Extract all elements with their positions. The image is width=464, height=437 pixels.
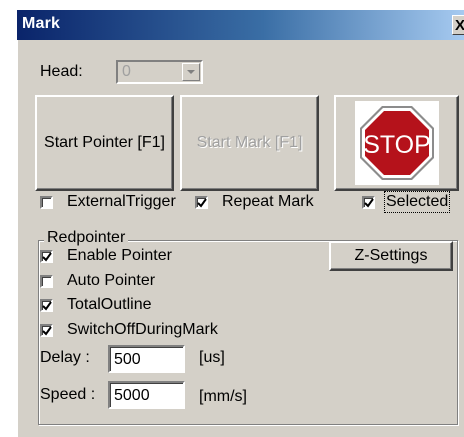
delay-input[interactable]: 500 (108, 345, 185, 373)
check-icon (364, 198, 374, 208)
external-trigger-label: ExternalTrigger (67, 193, 176, 210)
check-icon (42, 301, 52, 311)
start-pointer-label: Start Pointer [F1] (44, 134, 165, 151)
selected-checkbox[interactable] (362, 196, 375, 209)
stop-text: STOP (363, 131, 431, 159)
delay-label: Delay : (40, 349, 90, 366)
enable-pointer-checkbox[interactable] (40, 250, 53, 263)
repeat-mark-checkbox[interactable] (195, 196, 208, 209)
head-select[interactable]: 0 (116, 60, 203, 84)
repeat-mark-label: Repeat Mark (222, 193, 314, 210)
stop-button[interactable]: STOP (334, 95, 459, 191)
total-outline-label: TotalOutline (67, 296, 152, 313)
enable-pointer-label: Enable Pointer (67, 247, 172, 264)
redpointer-title: Redpointer (44, 229, 129, 247)
speed-label: Speed : (40, 386, 96, 403)
external-trigger-checkbox[interactable] (40, 196, 53, 209)
mark-dialog: Mark X Head: 0 Start Pointer [F1] Start … (17, 10, 464, 437)
selected-label: Selected (383, 191, 451, 213)
start-pointer-button[interactable]: Start Pointer [F1] (35, 95, 174, 191)
head-label: Head: (40, 63, 83, 80)
speed-unit: [mm/s] (199, 388, 247, 405)
z-settings-button[interactable]: Z-Settings (329, 241, 453, 271)
check-icon (42, 326, 52, 336)
check-icon (197, 198, 207, 208)
speed-input[interactable]: 5000 (108, 381, 185, 409)
auto-pointer-label: Auto Pointer (67, 272, 156, 289)
start-mark-button[interactable]: Start Mark [F1] (180, 95, 319, 191)
close-button[interactable]: X (452, 15, 464, 35)
z-settings-label: Z-Settings (354, 247, 428, 264)
close-icon: X (455, 17, 464, 34)
chevron-down-icon[interactable] (182, 63, 200, 81)
check-icon (42, 252, 52, 262)
total-outline-checkbox[interactable] (40, 299, 53, 312)
switch-off-during-mark-checkbox[interactable] (40, 324, 53, 337)
switch-off-during-mark-label: SwitchOffDuringMark (67, 321, 218, 338)
start-mark-label: Start Mark [F1] (196, 134, 303, 151)
delay-unit: [us] (199, 349, 225, 366)
head-value: 0 (122, 63, 131, 80)
window-title: Mark (22, 15, 61, 32)
title-bar: Mark X (17, 10, 464, 40)
stop-sign-icon: STOP (354, 101, 439, 185)
auto-pointer-checkbox[interactable] (40, 275, 53, 288)
